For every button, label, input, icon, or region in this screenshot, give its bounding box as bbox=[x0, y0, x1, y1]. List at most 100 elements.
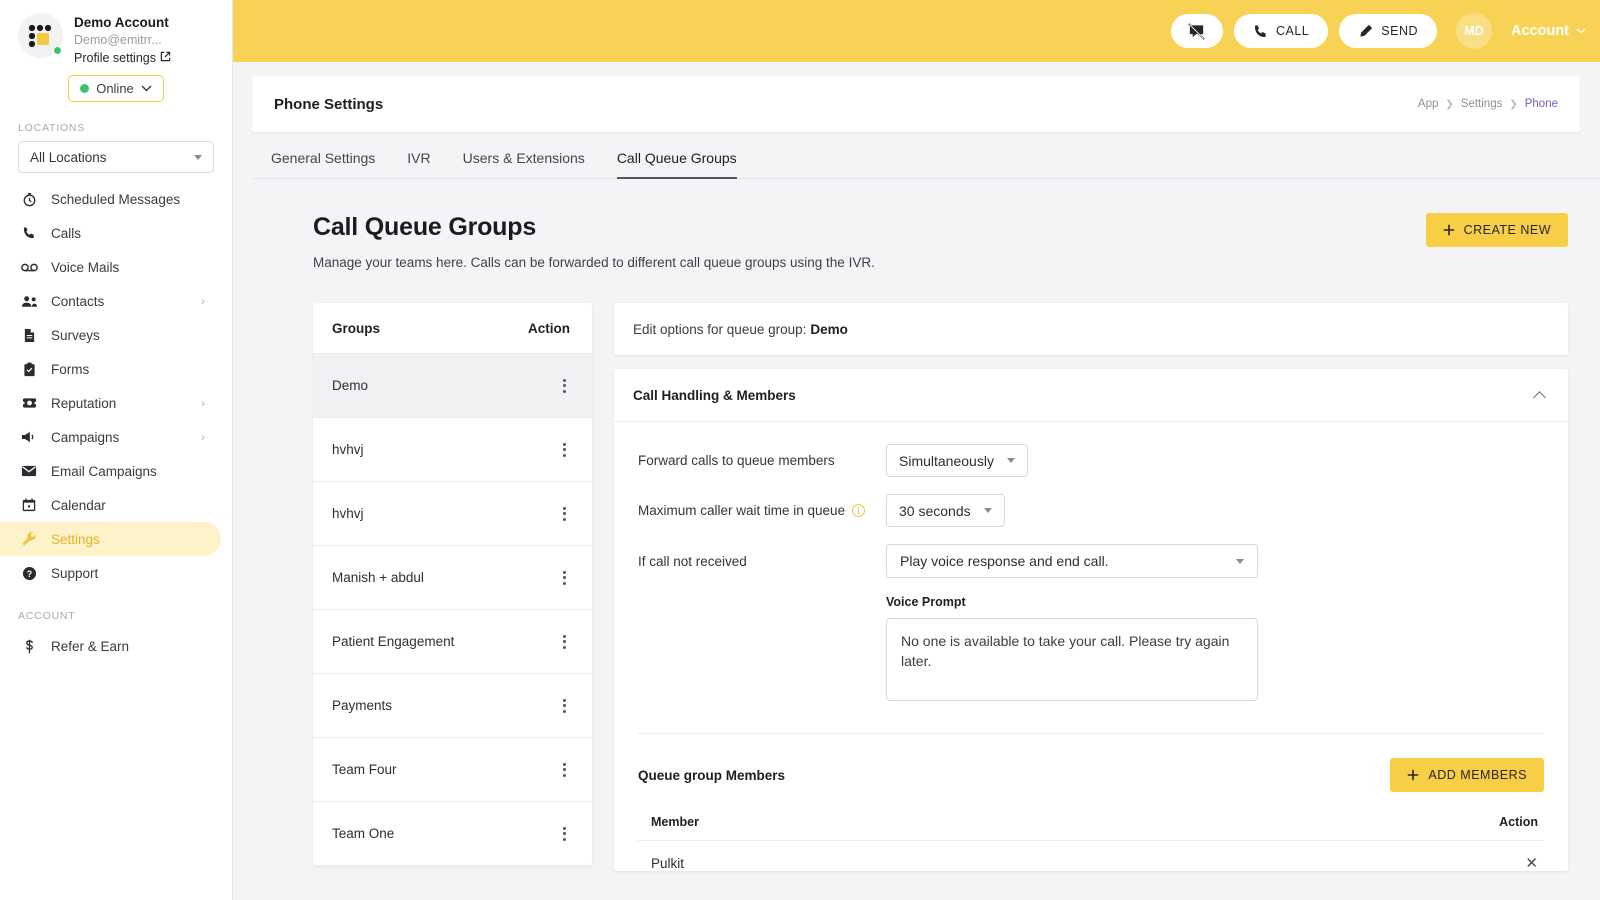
tab-general-settings[interactable]: General Settings bbox=[271, 150, 375, 179]
call-handling-title: Call Handling & Members bbox=[633, 388, 796, 403]
more-options-icon[interactable] bbox=[559, 503, 570, 525]
envelope-icon bbox=[18, 465, 40, 477]
sidebar-item-reputation[interactable]: Reputation › bbox=[0, 386, 221, 420]
breadcrumb-item-app[interactable]: App bbox=[1418, 98, 1438, 110]
table-row[interactable]: Patient Engagement bbox=[313, 610, 592, 674]
status-dot-icon bbox=[80, 84, 89, 93]
user-avatar[interactable]: MD bbox=[1456, 13, 1492, 49]
groups-panel: Groups Action Demo hvhvj hvhvj bbox=[313, 303, 592, 866]
table-row[interactable]: hvhvj bbox=[313, 418, 592, 482]
create-new-button[interactable]: CREATE NEW bbox=[1426, 213, 1568, 247]
more-options-icon[interactable] bbox=[559, 439, 570, 461]
group-name: Patient Engagement bbox=[332, 634, 454, 649]
sidebar-item-label: Surveys bbox=[51, 328, 205, 343]
sidebar-item-calls[interactable]: Calls bbox=[0, 216, 221, 250]
forward-calls-dropdown[interactable]: Simultaneously bbox=[886, 444, 1028, 477]
clipboard-icon bbox=[18, 362, 40, 377]
breadcrumb-item-settings[interactable]: Settings bbox=[1461, 98, 1503, 110]
more-options-icon[interactable] bbox=[559, 759, 570, 781]
sidebar-item-settings[interactable]: Settings bbox=[0, 522, 221, 556]
caret-down-icon bbox=[1007, 458, 1015, 463]
call-handling-card: Call Handling & Members Forward calls to… bbox=[614, 369, 1568, 871]
table-row[interactable]: hvhvj bbox=[313, 482, 592, 546]
account-email: Demo@emitrr... bbox=[74, 31, 171, 49]
account-menu[interactable]: Account bbox=[1511, 23, 1586, 39]
table-row[interactable]: Team Four bbox=[313, 738, 592, 802]
sidebar-item-contacts[interactable]: Contacts › bbox=[0, 284, 221, 318]
caret-down-icon bbox=[1236, 559, 1244, 564]
breadcrumb: App ❯ Settings ❯ Phone bbox=[1418, 98, 1558, 110]
sidebar-item-forms[interactable]: Forms bbox=[0, 352, 221, 386]
forward-calls-label: Forward calls to queue members bbox=[638, 453, 886, 468]
more-options-icon[interactable] bbox=[559, 631, 570, 653]
plus-icon bbox=[1407, 769, 1419, 781]
group-name: Demo bbox=[332, 378, 368, 393]
send-button-label: SEND bbox=[1381, 24, 1418, 38]
call-button[interactable]: CALL bbox=[1234, 14, 1328, 48]
profile-settings-link[interactable]: Profile settings bbox=[74, 49, 171, 67]
chevron-right-icon: › bbox=[201, 396, 205, 410]
sidebar-item-scheduled-messages[interactable]: Scheduled Messages bbox=[0, 182, 221, 216]
table-row: Pulkit ✕ bbox=[638, 841, 1544, 871]
more-options-icon[interactable] bbox=[559, 823, 570, 845]
sidebar-item-email-campaigns[interactable]: Email Campaigns bbox=[0, 454, 221, 488]
table-row[interactable]: Team One bbox=[313, 802, 592, 866]
table-row[interactable]: Manish + abdul bbox=[313, 546, 592, 610]
if-not-received-label: If call not received bbox=[638, 554, 886, 569]
sidebar-item-label: Calendar bbox=[51, 498, 205, 513]
app-root: Demo Account Demo@emitrr... Profile sett… bbox=[0, 0, 1600, 900]
sidebar-item-refer-and-earn[interactable]: Refer & Earn bbox=[0, 629, 221, 663]
location-selector[interactable]: All Locations bbox=[18, 141, 214, 173]
table-row[interactable]: Payments bbox=[313, 674, 592, 738]
sidebar-item-support[interactable]: ? Support bbox=[0, 556, 221, 590]
tab-ivr[interactable]: IVR bbox=[407, 150, 430, 179]
location-selector-value: All Locations bbox=[30, 150, 107, 165]
sidebar-item-voice-mails[interactable]: Voice Mails bbox=[0, 250, 221, 284]
members-table: Member Action Pulkit ✕ bbox=[614, 792, 1568, 871]
group-name: hvhvj bbox=[332, 506, 364, 521]
remove-member-icon[interactable]: ✕ bbox=[1525, 856, 1538, 871]
max-wait-label: Maximum caller wait time in queue bbox=[638, 503, 845, 518]
tab-users-extensions[interactable]: Users & Extensions bbox=[463, 150, 585, 179]
voice-prompt-textarea[interactable] bbox=[886, 618, 1258, 701]
info-icon[interactable]: i bbox=[852, 504, 865, 517]
edit-options-group-name: Demo bbox=[810, 322, 848, 337]
call-handling-header[interactable]: Call Handling & Members bbox=[614, 369, 1568, 422]
calendar-icon bbox=[18, 498, 40, 512]
more-options-icon[interactable] bbox=[559, 567, 570, 589]
max-wait-dropdown[interactable]: 30 seconds bbox=[886, 494, 1005, 527]
sidebar-item-surveys[interactable]: Surveys bbox=[0, 318, 221, 352]
content-heading: Call Queue Groups bbox=[313, 213, 875, 242]
help-icon: ? bbox=[18, 566, 40, 581]
add-members-button[interactable]: ADD MEMBERS bbox=[1390, 758, 1544, 792]
status-dropdown[interactable]: Online bbox=[68, 75, 164, 102]
account-menu-label: Account bbox=[1511, 23, 1569, 39]
sidebar-item-campaigns[interactable]: Campaigns › bbox=[0, 420, 221, 454]
account-header: Demo Account Demo@emitrr... Profile sett… bbox=[0, 0, 232, 67]
member-name: Pulkit bbox=[651, 856, 684, 871]
phone-icon bbox=[1253, 24, 1268, 39]
add-members-button-label: ADD MEMBERS bbox=[1428, 768, 1527, 782]
tab-call-queue-groups[interactable]: Call Queue Groups bbox=[617, 150, 737, 179]
more-options-icon[interactable] bbox=[559, 375, 570, 397]
breadcrumb-separator-icon: ❯ bbox=[1445, 99, 1453, 110]
send-button[interactable]: SEND bbox=[1339, 14, 1437, 48]
chevron-up-icon[interactable] bbox=[1533, 391, 1546, 404]
groups-table-header: Groups Action bbox=[313, 303, 592, 354]
main-area: CALL SEND MD Account Phone Settings App … bbox=[233, 0, 1600, 900]
sidebar-item-calendar[interactable]: Calendar bbox=[0, 488, 221, 522]
caret-down-icon bbox=[194, 155, 202, 160]
voicemail-icon bbox=[18, 262, 40, 273]
message-off-button[interactable] bbox=[1171, 14, 1223, 48]
if-not-received-value: Play voice response and end call. bbox=[900, 553, 1109, 569]
sidebar-item-label: Calls bbox=[51, 226, 205, 241]
if-not-received-dropdown[interactable]: Play voice response and end call. bbox=[886, 544, 1258, 578]
more-options-icon[interactable] bbox=[559, 695, 570, 717]
breadcrumb-item-phone[interactable]: Phone bbox=[1525, 98, 1558, 110]
max-wait-value: 30 seconds bbox=[899, 503, 971, 519]
plus-icon bbox=[1443, 224, 1455, 236]
table-row[interactable]: Demo bbox=[313, 354, 592, 418]
voice-prompt-label: Voice Prompt bbox=[886, 595, 1544, 609]
create-new-button-label: CREATE NEW bbox=[1464, 223, 1551, 237]
sidebar-item-label: Contacts bbox=[51, 294, 201, 309]
